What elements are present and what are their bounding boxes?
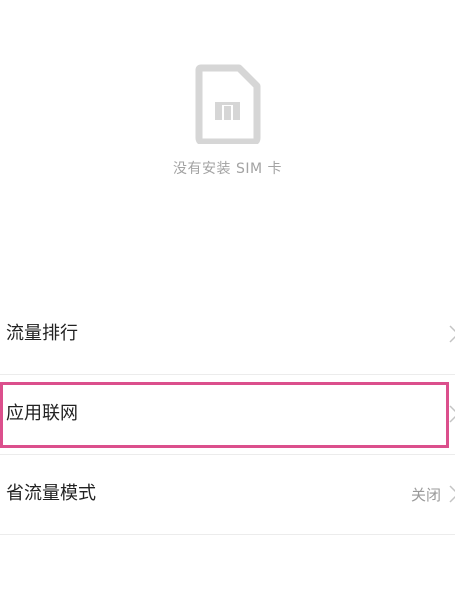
menu-item-label: 省流量模式	[6, 483, 96, 504]
menu-item-app-networking[interactable]: 应用联网	[0, 375, 455, 455]
chevron-right-icon	[449, 405, 455, 423]
menu-item-traffic-ranking[interactable]: 流量排行	[0, 295, 455, 375]
settings-menu: 流量排行 应用联网 省流量模式 关闭	[0, 295, 455, 535]
menu-item-trailing	[441, 401, 455, 427]
no-sim-empty-state: 没有安装 SIM 卡	[0, 64, 455, 178]
chevron-right-icon	[449, 325, 455, 343]
menu-item-trailing	[441, 321, 455, 347]
chevron-right-icon	[449, 485, 455, 503]
no-sim-message: 没有安装 SIM 卡	[173, 161, 282, 177]
menu-item-label: 流量排行	[6, 323, 78, 344]
menu-item-value: 关闭	[410, 485, 441, 504]
menu-item-label: 应用联网	[6, 403, 78, 424]
menu-item-data-saver-mode[interactable]: 省流量模式 关闭	[0, 455, 455, 535]
sim-card-icon	[195, 64, 260, 144]
menu-item-trailing: 关闭	[411, 481, 455, 507]
